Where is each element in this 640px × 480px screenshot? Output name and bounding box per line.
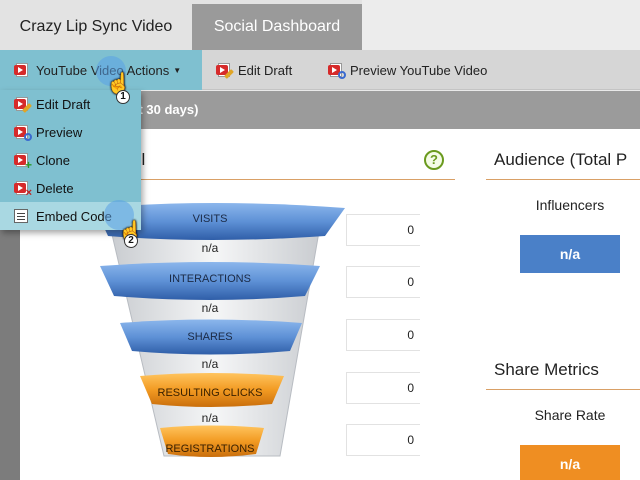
preview-icon (328, 63, 346, 79)
edit-draft-label: Edit Draft (238, 62, 293, 78)
tab-crazy-lip-sync-video[interactable]: Crazy Lip Sync Video (0, 4, 192, 50)
funnel-rate-resulting-clicks: n/a (202, 411, 219, 425)
edit-draft-icon (216, 63, 234, 79)
menu-item-delete[interactable]: × Delete (0, 174, 141, 202)
embed-code-icon (14, 209, 28, 223)
funnel-stage-label-shares: SHARES (187, 331, 232, 343)
preview-youtube-video-label: Preview YouTube Video (350, 62, 488, 78)
preview-youtube-video-button[interactable]: Preview YouTube Video (328, 50, 487, 90)
tab-social-dashboard[interactable]: Social Dashboard (192, 4, 362, 50)
tab-bar: Crazy Lip Sync Video Social Dashboard (0, 0, 640, 50)
funnel-value-registrations: 0 (346, 424, 420, 456)
funnel-value-resulting-clicks: 0 (346, 372, 420, 404)
youtube-video-icon (14, 63, 30, 77)
chevron-down-icon: ▼ (173, 65, 182, 75)
delete-icon: × (14, 181, 32, 199)
callout-number-1: 1 (116, 90, 130, 104)
callout-number-2: 2 (124, 234, 138, 248)
influencers-value: n/a (520, 235, 620, 273)
menu-item-clone[interactable]: + Clone (0, 146, 141, 174)
menu-item-preview[interactable]: Preview (0, 118, 141, 146)
funnel-rate-visits: n/a (202, 241, 219, 255)
edit-draft-icon (14, 97, 32, 113)
menu-item-label: Preview (36, 124, 83, 140)
tab-strip-filler (362, 0, 640, 50)
audience-divider (486, 179, 640, 180)
edit-draft-button[interactable]: Edit Draft (216, 50, 292, 90)
funnel-rate-interactions: n/a (202, 301, 219, 315)
share-rate-value: n/a (520, 445, 620, 480)
funnel-value-interactions: 0 (346, 266, 420, 298)
menu-item-label: Edit Draft (36, 96, 91, 112)
funnel-stage-label-visits: VISITS (193, 213, 228, 225)
share-metrics-divider (486, 389, 640, 390)
share-metrics-title: Share Metrics (494, 360, 599, 379)
funnel-value-shares: 0 (346, 319, 420, 351)
audience-title: Audience (Total P (494, 150, 628, 169)
clone-icon: + (14, 153, 32, 171)
influencers-label: Influencers (535, 197, 605, 213)
funnel-rate-shares: n/a (202, 357, 219, 371)
help-icon[interactable]: ? (424, 150, 444, 170)
funnel-stage-label-interactions: INTERACTIONS (169, 273, 251, 285)
funnel-stage-label-resulting-clicks: RESULTING CLICKS (158, 387, 263, 399)
menu-item-label: Clone (36, 152, 70, 168)
share-rate-label: Share Rate (534, 407, 606, 423)
menu-item-label: Embed Code (36, 208, 112, 224)
funnel-stage-label-registrations: REGISTRATIONS (165, 443, 254, 455)
funnel-value-visits: 0 (346, 214, 420, 246)
menu-item-label: Delete (36, 180, 74, 196)
preview-icon (14, 125, 32, 141)
